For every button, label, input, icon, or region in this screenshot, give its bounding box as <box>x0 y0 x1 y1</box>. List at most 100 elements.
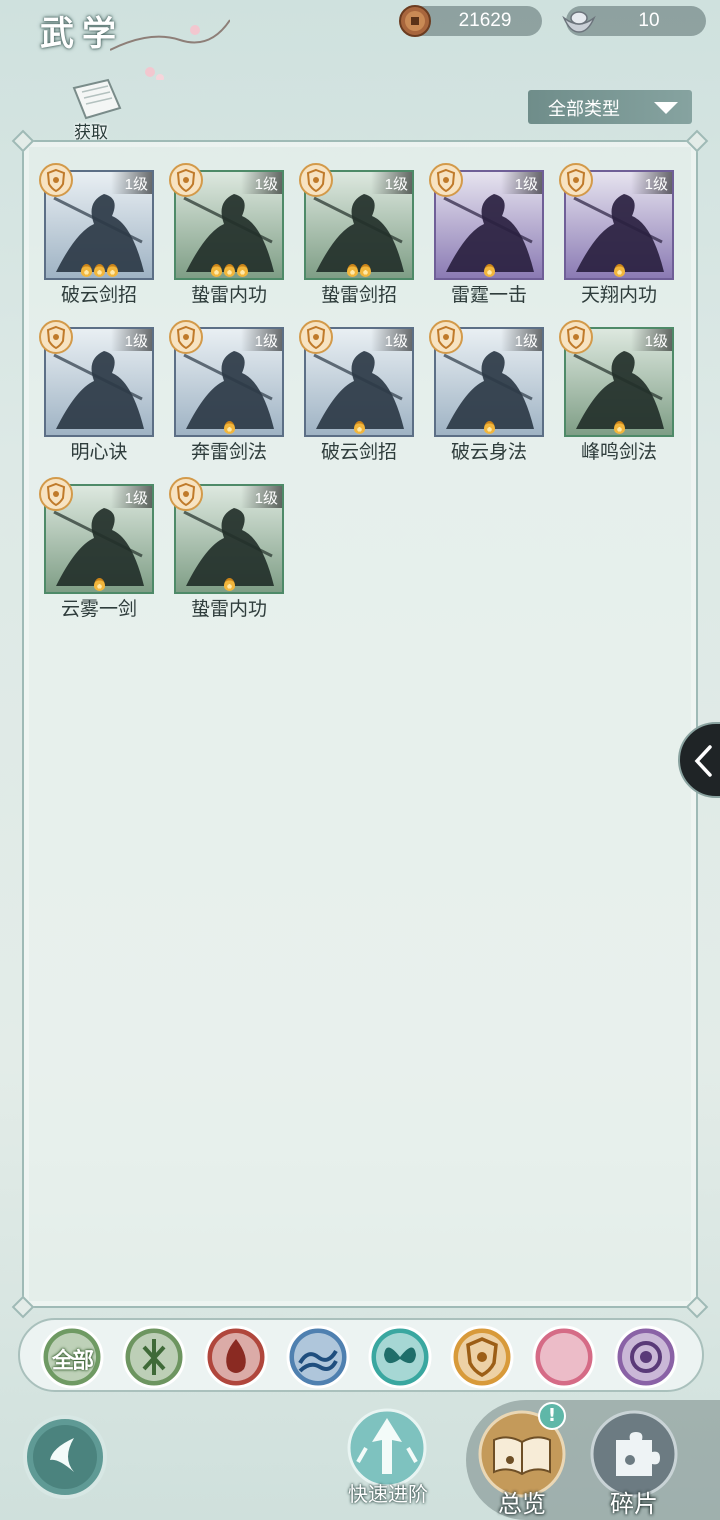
fire-category-icon <box>204 1325 268 1389</box>
skill-level: 1级 <box>630 172 672 194</box>
skill-item[interactable]: 1级雷霆一击 <box>429 163 544 318</box>
overview-button[interactable]: ! 总览 <box>478 1402 566 1520</box>
category-butterfly[interactable] <box>368 1325 432 1389</box>
flame-star-icon <box>93 578 105 591</box>
chevron-down-icon <box>654 102 678 114</box>
skill-name: 峰鸣剑法 <box>580 441 657 463</box>
type-filter-dropdown[interactable]: 全部类型 <box>528 90 692 124</box>
skill-name: 蛰雷内功 <box>190 598 267 620</box>
skill-name: 蛰雷内功 <box>190 284 267 306</box>
skill-stars <box>176 419 282 434</box>
skill-stars <box>46 419 152 433</box>
shield-badge-icon <box>429 320 463 354</box>
skill-stars <box>306 262 412 277</box>
shield-badge-icon <box>299 320 333 354</box>
fragments-button[interactable]: 碎片 <box>590 1410 678 1520</box>
flame-star-icon <box>483 421 495 434</box>
get-button[interactable]: 获取 <box>64 78 128 143</box>
skill-level: 1级 <box>370 329 412 351</box>
flame-star-icon <box>80 264 92 277</box>
shield-badge-icon <box>559 320 593 354</box>
skill-item[interactable]: 1级奔雷剑法 <box>169 320 284 475</box>
skill-level: 1级 <box>240 329 282 351</box>
flame-star-icon <box>483 264 495 277</box>
category-fire[interactable] <box>204 1325 268 1389</box>
panel-corner-ornament <box>685 1295 709 1319</box>
category-bamboo[interactable] <box>122 1325 186 1389</box>
skill-name: 雷霆一击 <box>450 284 527 306</box>
flame-star-icon <box>93 264 105 277</box>
skill-level: 1级 <box>370 172 412 194</box>
skill-name: 破云剑招 <box>320 441 397 463</box>
scroll-icon <box>72 78 122 120</box>
alert-badge: ! <box>538 1402 566 1430</box>
flame-star-icon <box>353 421 365 434</box>
copper-coin-icon <box>399 5 431 37</box>
fragments-label: 碎片 <box>610 1490 658 1518</box>
skill-level: 1级 <box>240 486 282 508</box>
copper-coin-value: 21629 <box>458 10 512 31</box>
category-flower[interactable] <box>614 1325 678 1389</box>
skill-stars <box>176 576 282 591</box>
shield-category-icon <box>450 1325 514 1389</box>
category-all-label: 全部 <box>51 1348 94 1374</box>
flame-star-icon <box>236 264 248 277</box>
top-bar: 武学 21629 10 <box>0 0 720 80</box>
skill-name: 明心诀 <box>70 441 128 463</box>
skill-name: 云雾一剑 <box>60 598 137 620</box>
bamboo-category-icon <box>122 1325 186 1389</box>
skill-name: 破云身法 <box>450 441 527 463</box>
skill-name: 奔雷剑法 <box>190 441 267 463</box>
panel-corner-ornament <box>11 1295 35 1319</box>
flame-star-icon <box>106 264 118 277</box>
skill-stars <box>566 419 672 434</box>
category-wave[interactable] <box>286 1325 350 1389</box>
skill-level: 1级 <box>500 172 542 194</box>
skill-item[interactable]: 1级云雾一剑 <box>39 477 154 632</box>
silver-ingot-value: 10 <box>638 10 660 31</box>
skill-level: 1级 <box>110 486 152 508</box>
chevron-left-icon <box>694 745 712 777</box>
quick-advance-label: 快速进阶 <box>348 1482 428 1506</box>
skill-item[interactable]: 1级 峰鸣剑法 <box>559 320 674 475</box>
skill-stars <box>436 419 542 434</box>
flame-star-icon <box>613 421 625 434</box>
category-shield[interactable] <box>450 1325 514 1389</box>
skill-item[interactable]: 1级 破云身法 <box>429 320 544 475</box>
back-button[interactable] <box>22 1414 108 1500</box>
silver-ingot-icon <box>562 11 596 33</box>
upgrade-arrow-icon <box>347 1408 427 1488</box>
skill-item[interactable]: 1级明心诀 <box>39 320 154 475</box>
skill-item[interactable]: 1级蛰雷内功 <box>169 163 284 318</box>
flame-star-icon <box>210 264 222 277</box>
flame-star-icon <box>223 421 235 434</box>
wave-category-icon <box>286 1325 350 1389</box>
flame-star-icon <box>223 578 235 591</box>
skill-level: 1级 <box>240 172 282 194</box>
skill-stars <box>306 419 412 434</box>
skill-item[interactable]: 1级 天翔内功 <box>559 163 674 318</box>
page-title: 武学 <box>40 14 124 54</box>
flame-star-icon <box>347 264 358 277</box>
skill-level: 1级 <box>110 329 152 351</box>
skill-level: 1级 <box>110 172 152 194</box>
skill-name: 破云剑招 <box>60 284 137 306</box>
panel-corner-ornament <box>685 129 709 153</box>
category-moon[interactable] <box>532 1325 596 1389</box>
skill-item[interactable]: 1级破云剑招 <box>299 320 414 475</box>
skill-item[interactable]: 1级破云剑招 <box>39 163 154 318</box>
skill-item[interactable]: 1级蛰雷内功 <box>169 477 284 632</box>
skill-stars <box>566 262 672 277</box>
quick-advance-button[interactable]: 快速进阶 <box>342 1408 432 1508</box>
skill-stars <box>46 576 152 591</box>
shield-badge-icon <box>39 477 73 511</box>
skill-stars <box>436 262 542 277</box>
shield-badge-icon <box>169 477 203 511</box>
category-all[interactable]: 全部 <box>40 1325 104 1389</box>
overview-label: 总览 <box>498 1490 546 1518</box>
copper-coin-counter: 21629 <box>399 5 542 37</box>
flame-star-icon <box>613 264 625 277</box>
shield-badge-icon <box>429 163 463 197</box>
skill-item[interactable]: 1级 蛰雷剑招 <box>299 163 414 318</box>
back-arrow-icon <box>23 1415 107 1499</box>
